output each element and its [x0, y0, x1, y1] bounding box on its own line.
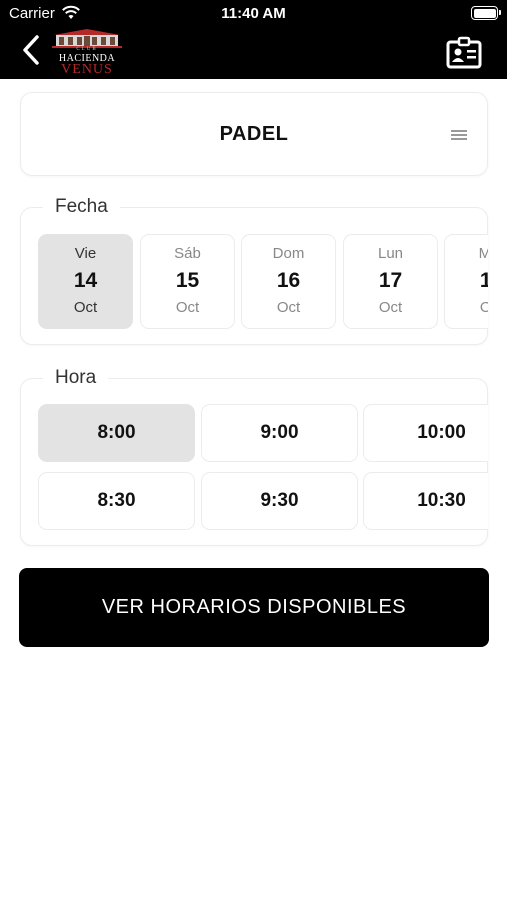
date-weekday: Mar — [478, 245, 488, 262]
date-option-vie-14[interactable]: Vie 14 Oct — [38, 234, 133, 329]
hacienda-venus-logo: CLUB HACIENDA VENUS — [50, 27, 124, 77]
status-bar: Carrier 11:40 AM — [0, 0, 507, 28]
hacienda-building-icon — [52, 29, 122, 48]
status-time: 11:40 AM — [221, 5, 286, 22]
chevron-left-icon[interactable] — [20, 34, 42, 66]
date-day: 14 — [73, 269, 98, 292]
sport-selector[interactable]: PADEL — [20, 92, 488, 176]
id-card-icon[interactable] — [446, 36, 482, 70]
logo-club-text: CLUB — [76, 47, 98, 52]
time-section: Hora 8:00 9:00 10:00 8:30 9:30 10:30 — [20, 367, 488, 546]
date-month: Oct — [73, 299, 98, 316]
date-option-sab-15[interactable]: Sáb 15 Oct — [140, 234, 235, 329]
date-option-mar-18[interactable]: Mar 18 Oct — [444, 234, 488, 329]
time-slot-10-00[interactable]: 10:00 — [363, 404, 488, 462]
date-weekday: Dom — [272, 245, 305, 262]
top-bar: Carrier 11:40 AM CLUB HACIENDA VENUS — [0, 0, 507, 79]
date-month: Oct — [175, 299, 200, 316]
date-month: Oct — [276, 299, 301, 316]
time-slot-10-30[interactable]: 10:30 — [363, 472, 488, 530]
menu-lines-icon[interactable] — [451, 130, 467, 140]
date-day: 16 — [276, 269, 301, 292]
date-day: 17 — [378, 269, 403, 292]
date-day: 18 — [479, 269, 488, 292]
ver-horarios-button[interactable]: VER HORARIOS DISPONIBLES — [19, 568, 489, 647]
time-slot-8-30[interactable]: 8:30 — [38, 472, 195, 530]
time-slot-9-30[interactable]: 9:30 — [201, 472, 358, 530]
date-option-lun-17[interactable]: Lun 17 Oct — [343, 234, 438, 329]
date-option-dom-16[interactable]: Dom 16 Oct — [241, 234, 336, 329]
time-slot-8-00[interactable]: 8:00 — [38, 404, 195, 462]
date-section: Fecha Vie 14 Oct Sáb 15 Oct Dom 16 Oct L… — [20, 196, 488, 345]
logo-venus-text: VENUS — [61, 62, 113, 77]
date-weekday: Sáb — [174, 245, 201, 262]
date-day: 15 — [175, 269, 200, 292]
time-grid: 8:00 9:00 10:00 8:30 9:30 10:30 — [38, 404, 488, 532]
date-weekday: Lun — [377, 245, 404, 262]
date-weekday: Vie — [74, 245, 97, 262]
date-month: Oct — [479, 299, 488, 316]
date-strip[interactable]: Vie 14 Oct Sáb 15 Oct Dom 16 Oct Lun 17 … — [38, 234, 488, 330]
battery-icon — [471, 6, 501, 20]
date-month: Oct — [378, 299, 403, 316]
sport-title: PADEL — [219, 123, 289, 145]
time-slot-9-00[interactable]: 9:00 — [201, 404, 358, 462]
